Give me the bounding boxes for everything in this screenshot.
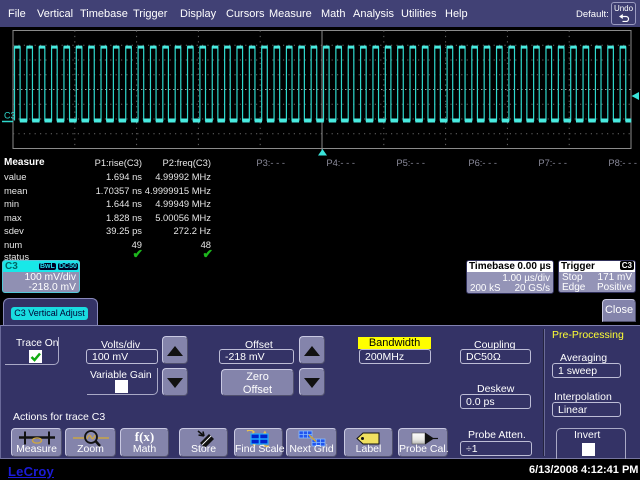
svg-text:C3: C3 — [4, 111, 16, 121]
